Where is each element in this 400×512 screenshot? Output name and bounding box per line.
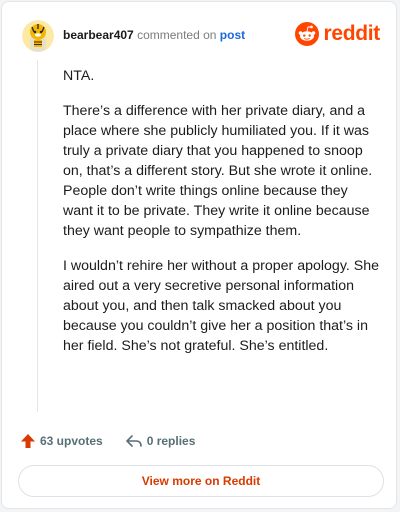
thread-line: [37, 60, 38, 412]
reddit-logo[interactable]: reddit: [295, 20, 380, 48]
upvote-button[interactable]: 63 upvotes: [20, 433, 103, 449]
comment-embed-card: bearbear407 commented on post reddit NTA…: [1, 1, 397, 509]
comment-paragraph: I wouldn’t rehire her without a proper a…: [63, 258, 379, 354]
action-text: commented on: [137, 28, 217, 42]
reply-arrow-icon: [125, 435, 142, 447]
avatar[interactable]: [22, 20, 54, 52]
reply-button[interactable]: 0 replies: [125, 433, 196, 449]
comment-paragraph: There’s a difference with her private di…: [63, 103, 373, 239]
brand-wordmark: reddit: [323, 22, 380, 45]
view-more-button[interactable]: View more on Reddit: [18, 465, 384, 497]
comment-header: bearbear407 commented on post reddit: [22, 20, 382, 52]
snoo-tiger-avatar-icon: [22, 20, 54, 52]
comment-paragraph: NTA.: [63, 68, 95, 84]
upvote-count: 63 upvotes: [40, 434, 103, 448]
username-link[interactable]: bearbear407: [63, 28, 134, 42]
upvote-arrow-icon: [21, 434, 35, 448]
comment-meta: bearbear407 commented on post: [63, 28, 245, 42]
post-link[interactable]: post: [220, 28, 245, 42]
reddit-snoo-icon: [295, 22, 320, 46]
comment-actions: 63 upvotes 0 replies: [20, 432, 195, 450]
comment-body: NTA. There’s a difference with her priva…: [63, 66, 381, 371]
reply-count: 0 replies: [146, 434, 196, 448]
